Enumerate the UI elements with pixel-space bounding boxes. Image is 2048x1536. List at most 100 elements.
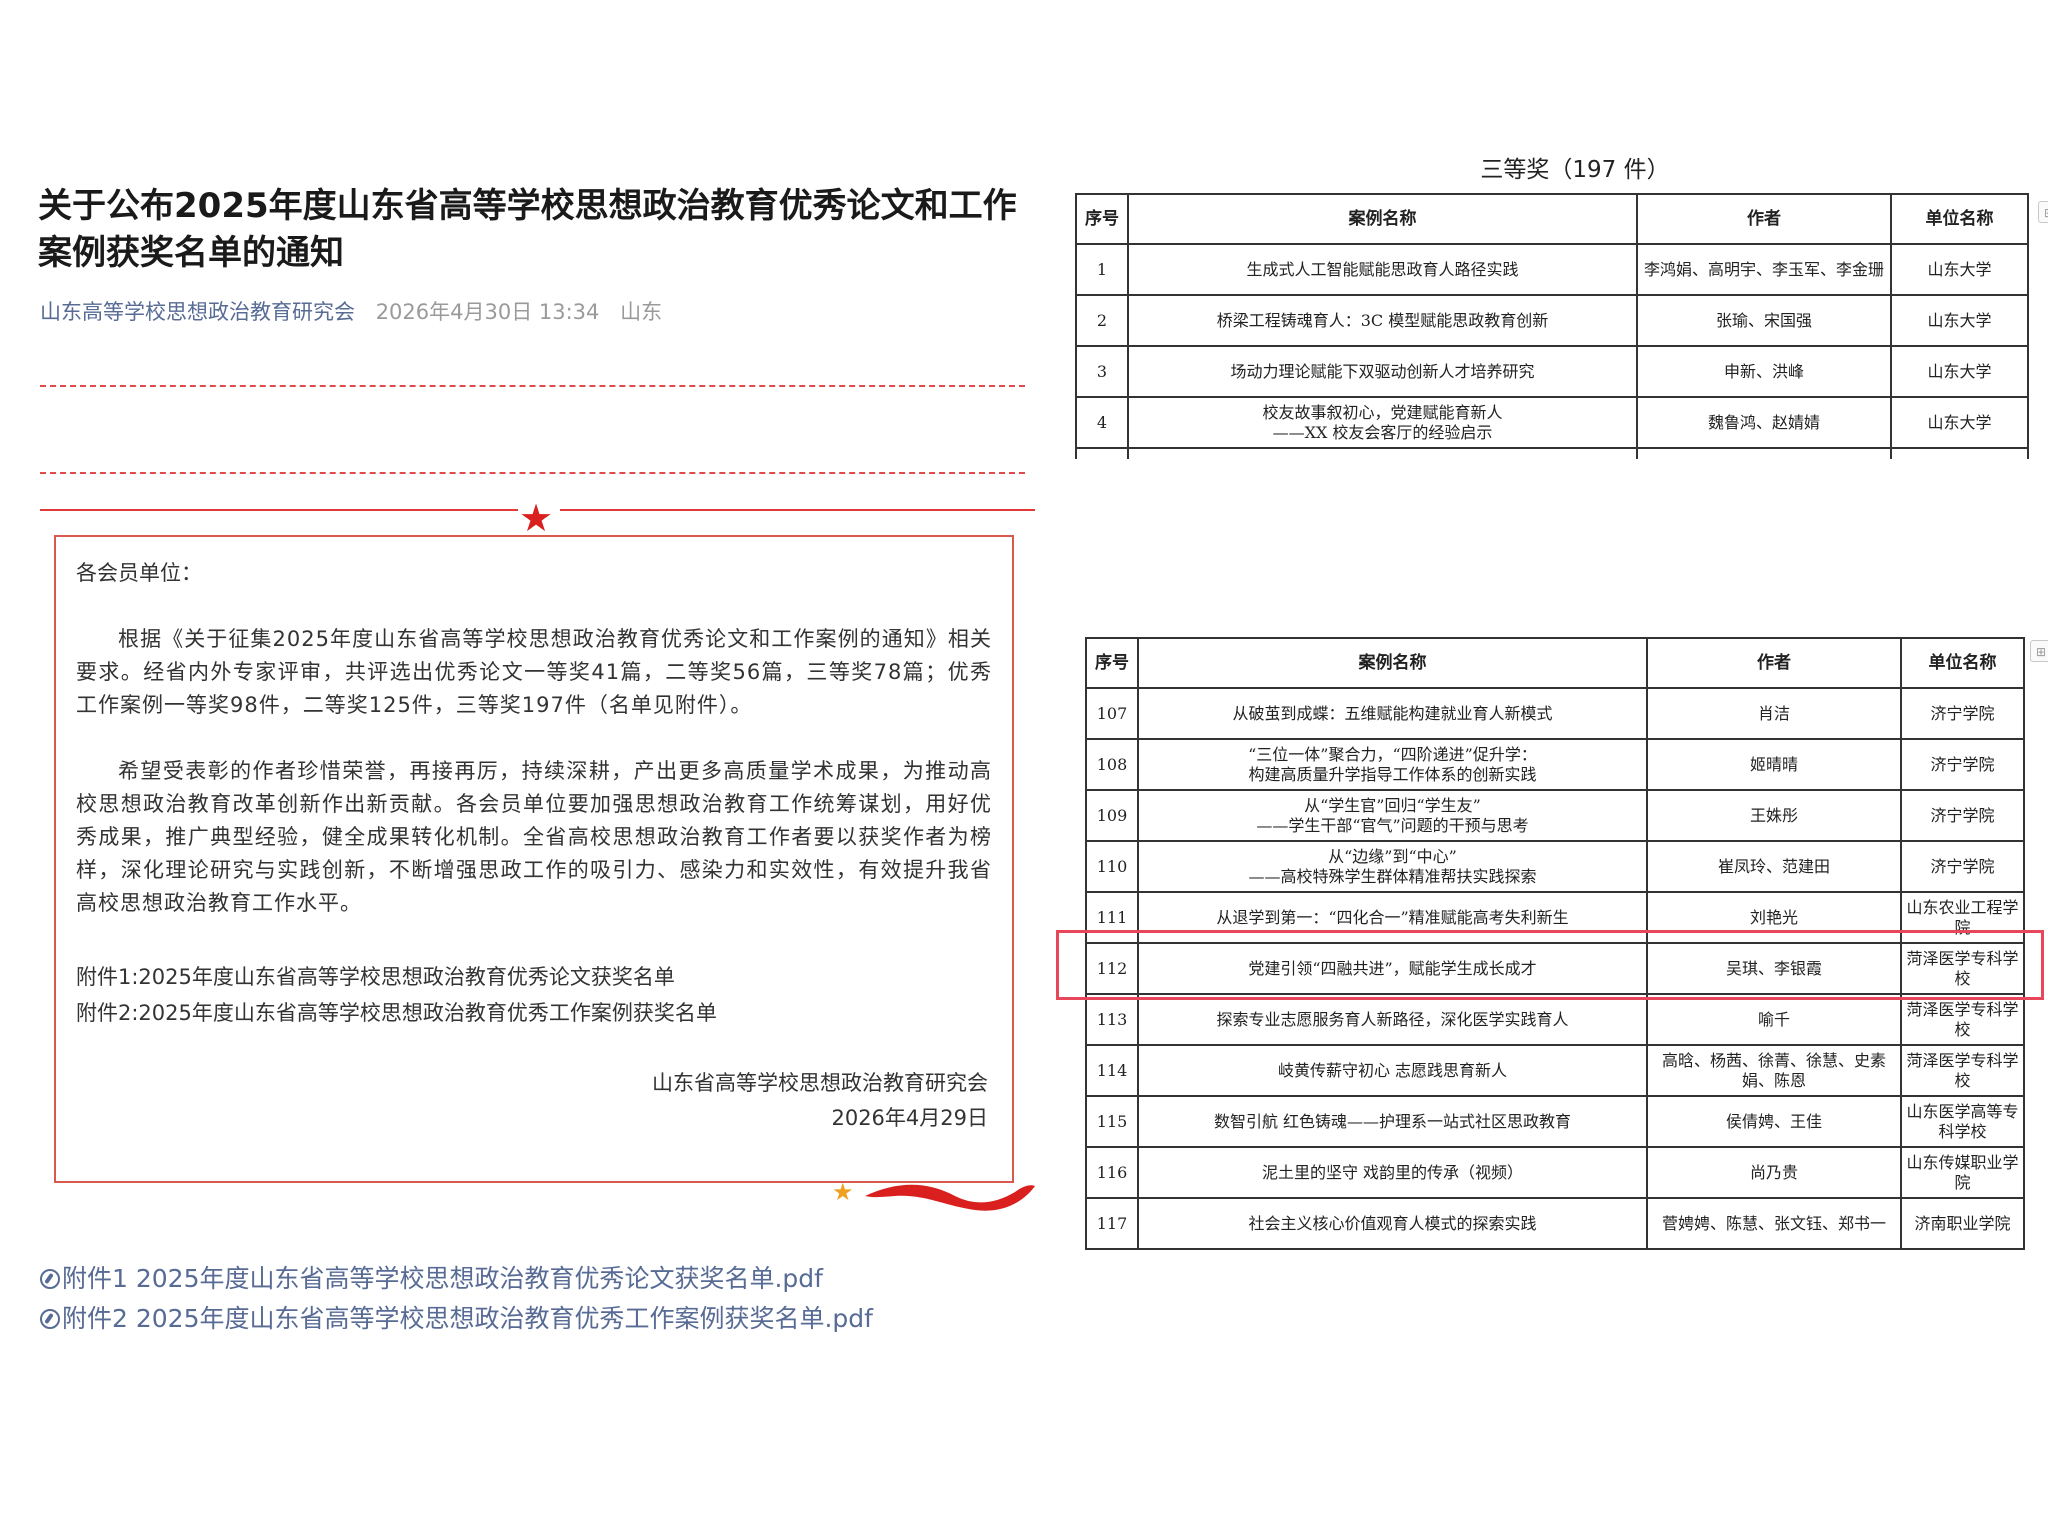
table-row: 117 社会主义核心价值观育人模式的探索实践 菅娉娉、陈慧、张文钰、郑书一 济南职业学… [1085,1197,2025,1250]
cell-unit: 济宁学院 [1900,738,2025,791]
signature-date: 2026年4月29日 [831,1106,988,1130]
attachment-line-2: 附件2:2025年度山东省高等学校思想政治教育优秀工作案例获奖名单 [76,1001,717,1025]
cell-unit: 山东大学 [1890,294,2029,347]
account-name-link[interactable]: 山东高等学校思想政治教育研究会 [40,300,355,324]
table-row: 4 校友故事叙初心，党建赋能育新人 ——XX 校友会客厅的经验启示 魏鲁鸿、赵婧婧山… [1075,396,2029,449]
cell-unit: 济宁学院 [1900,789,2025,842]
cell-author: 申新、洪峰 [1636,345,1892,398]
table-row: 108 “三位一体”聚合力，“四阶递进”促升学： 构建高质量升学指导工作体系的创新… [1085,738,2025,791]
cell-unit: 济南职业学院 [1900,1197,2025,1250]
cell-author: 高晗、杨茜、徐菁、徐慧、史素娟、陈恩 [1646,1044,1902,1097]
header-unit: 单位名称 [1890,193,2029,245]
cell-author: 李鸿娟、高明宇、李玉军、李金珊 [1636,243,1892,296]
cell-unit: 菏泽医学专科学校 [1900,993,2025,1046]
header-no: 序号 [1075,193,1129,245]
cell-no: 107 [1085,687,1139,740]
cell-no: 114 [1085,1044,1139,1097]
cell-unit: 菏泽医学专科学校 [1900,1044,2025,1097]
cell-name: 从“边缘”到“中心” ——高校特殊学生群体精准帮扶实践探索 [1137,840,1648,893]
cell-author: 崔凤玲、范建田 [1646,840,1902,893]
table-row: 113 探索专业志愿服务育人新路径，深化医学实践育人 喻千 菏泽医学专科学校 [1085,993,2025,1046]
cell-unit: 山东传媒职业学院 [1900,1146,2025,1199]
paperclip-icon [40,1309,60,1329]
table-row: 114 岐黄传薪守初心 志愿践思育新人 高晗、杨茜、徐菁、徐慧、史素娟、陈恩 菏泽医学… [1085,1044,2025,1097]
cell-no: 110 [1085,840,1139,893]
notice-card: 各会员单位： 根据《关于征集2025年度山东省高等学校思想政治教育优秀论文和工作… [54,535,1014,1183]
cell-name: 桥梁工程铸魂育人：3C 模型赋能思政教育创新 [1127,294,1638,347]
cell-author: 姬晴晴 [1646,738,1902,791]
cell-name: 从破茧到成蝶：五维赋能构建就业育人新模式 [1137,687,1648,740]
publish-location: 山东 [620,300,663,324]
red-divider-left [40,509,518,511]
cell-author: 肖洁 [1646,687,1902,740]
attachment-line-1: 附件1:2025年度山东省高等学校思想政治教育优秀论文获奖名单 [76,965,675,989]
highlight-box-row-112 [1056,930,2044,1000]
cell-no: 108 [1085,738,1139,791]
cell-unit: 山东大学 [1890,243,2029,296]
header-case-name: 案例名称 [1137,637,1648,689]
cell-name: 探索专业志愿服务育人新路径，深化医学实践育人 [1137,993,1648,1046]
table-row: 110 从“边缘”到“中心” ——高校特殊学生群体精准帮扶实践探索 崔凤玲、范建田济… [1085,840,2025,893]
header-author: 作者 [1636,193,1892,245]
cell-name: 校友故事叙初心，党建赋能育新人 ——XX 校友会客厅的经验启示 [1127,396,1638,449]
table-row: 2 桥梁工程铸魂育人：3C 模型赋能思政教育创新 张瑜、宋国强 山东大学 [1075,294,2029,347]
cell-author: 侯倩娉、王佳 [1646,1095,1902,1148]
cell-author: 张瑜、宋国强 [1636,294,1892,347]
red-star-icon: ★ [519,496,554,540]
cell-no: 117 [1085,1197,1139,1250]
signature-organization: 山东省高等学校思想政治教育研究会 [652,1071,988,1095]
cell-unit: 山东大学 [1890,345,2029,398]
table-row: 1 生成式人工智能赋能思政育人路径实践 李鸿娟、高明宇、李玉军、李金珊 山东大学 [1075,243,2029,296]
notice-paragraph-1: 根据《关于征集2025年度山东省高等学校思想政治教育优秀论文和工作案例的通知》相… [76,627,992,717]
table-row: 107 从破茧到成蝶：五维赋能构建就业育人新模式 肖洁 济宁学院 [1085,687,2025,740]
article-title: 关于公布2025年度山东省高等学校思想政治教育优秀论文和工作案例获奖名单的通知 [38,186,1017,273]
cell-author: 菅娉娉、陈慧、张文钰、郑书一 [1646,1197,1902,1250]
notice-paragraph-2: 希望受表彰的作者珍惜荣誉，再接再厉，持续深耕，产出更多高质量学术成果，为推动高校… [76,759,992,915]
table-row-cutoff [1075,447,2029,459]
cell-unit: 济宁学院 [1900,840,2025,893]
cell-unit: 济宁学院 [1900,687,2025,740]
cell-no: 1 [1075,243,1129,296]
paperclip-icon [40,1269,60,1289]
header-no: 序号 [1085,637,1139,689]
header-author: 作者 [1646,637,1902,689]
cell-name: 岐黄传薪守初心 志愿践思育新人 [1137,1044,1648,1097]
cell-name: 泥土里的坚守 戏韵里的传承（视频） [1137,1146,1648,1199]
cell-no: 113 [1085,993,1139,1046]
red-ribbon-decoration [865,1184,1035,1211]
dashed-divider-top [40,385,1025,387]
table-row: 115 数智引航 红色铸魂——护理系一站式社区思政教育 侯倩娉、王佳 山东医学高等专科… [1085,1095,2025,1148]
attachment-file-link-1[interactable]: 附件1 2025年度山东省高等学校思想政治教育优秀论文获奖名单.pdf [40,1259,823,1295]
award-section-title: 三等奖（197 件） [1480,157,1670,183]
cell-no: 2 [1075,294,1129,347]
expand-image-icon[interactable]: ⊞ [2030,640,2048,662]
cell-no: 4 [1075,396,1129,449]
cell-name: 场动力理论赋能下双驱动创新人才培养研究 [1127,345,1638,398]
article-meta: 山东高等学校思想政治教育研究会 2026年4月30日 13:34 山东 [40,296,662,326]
cell-name: 数智引航 红色铸魂——护理系一站式社区思政教育 [1137,1095,1648,1148]
cell-author: 魏鲁鸿、赵婧婧 [1636,396,1892,449]
cell-author: 王姝彤 [1646,789,1902,842]
cell-no: 3 [1075,345,1129,398]
cell-no: 115 [1085,1095,1139,1148]
red-divider-right [560,509,1035,511]
cell-name: 从“学生官”回归“学生友” ——学生干部“官气”问题的干预与思考 [1137,789,1648,842]
small-star-icon: ★ [832,1178,854,1206]
salutation: 各会员单位： [76,561,202,585]
cell-name: 生成式人工智能赋能思政育人路径实践 [1127,243,1638,296]
table-row: 116 泥土里的坚守 戏韵里的传承（视频） 尚乃贵 山东传媒职业学院 [1085,1146,2025,1199]
cell-name: 社会主义核心价值观育人模式的探索实践 [1137,1197,1648,1250]
expand-image-icon[interactable]: ⊞ [2038,201,2048,223]
cell-author: 尚乃贵 [1646,1146,1902,1199]
dashed-divider-bottom [40,472,1025,474]
header-unit: 单位名称 [1900,637,2025,689]
attachment-file-link-2[interactable]: 附件2 2025年度山东省高等学校思想政治教育优秀工作案例获奖名单.pdf [40,1299,873,1335]
cell-name: “三位一体”聚合力，“四阶递进”促升学： 构建高质量升学指导工作体系的创新实践 [1137,738,1648,791]
publish-date: 2026年4月30日 13:34 [375,300,600,324]
cell-unit: 山东医学高等专科学校 [1900,1095,2025,1148]
header-case-name: 案例名称 [1127,193,1638,245]
cell-author: 喻千 [1646,993,1902,1046]
table-row: 3 场动力理论赋能下双驱动创新人才培养研究 申新、洪峰 山东大学 [1075,345,2029,398]
table-row: 109 从“学生官”回归“学生友” ——学生干部“官气”问题的干预与思考 王姝彤 济宁… [1085,789,2025,842]
cell-no: 109 [1085,789,1139,842]
